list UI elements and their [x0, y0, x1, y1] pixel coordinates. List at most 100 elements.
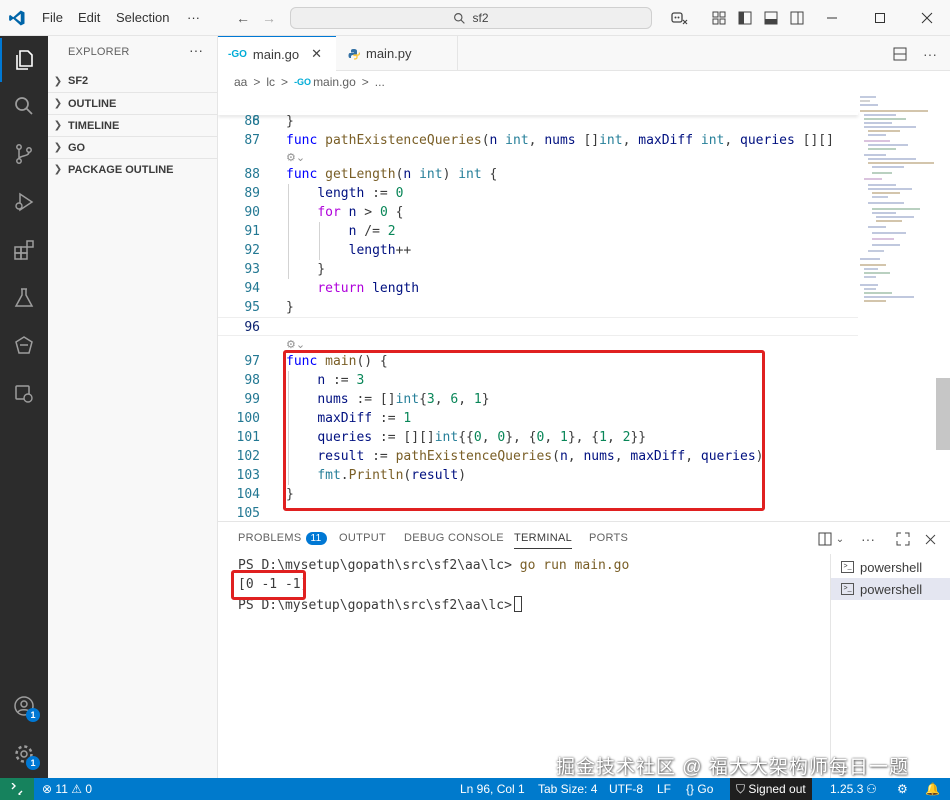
- eol[interactable]: LF: [657, 782, 671, 796]
- go-file-icon: -GO: [294, 77, 312, 87]
- remote-explorer-icon[interactable]: [0, 372, 48, 416]
- testing-icon[interactable]: [0, 276, 48, 320]
- back-arrow-icon[interactable]: ←: [233, 8, 253, 28]
- tab-main-py[interactable]: main.py: [338, 36, 458, 71]
- line-number: 90: [244, 205, 260, 220]
- section-label: PACKAGE OUTLINE: [68, 163, 174, 176]
- encoding[interactable]: UTF-8: [609, 782, 643, 796]
- toggle-sidebar-icon[interactable]: [735, 8, 755, 28]
- panel-more-button[interactable]: ···: [858, 529, 878, 549]
- sidebar-section-sf2[interactable]: ❯ SF2: [48, 70, 218, 92]
- section-label: TIMELINE: [68, 119, 120, 132]
- close-icon[interactable]: ✕: [311, 46, 322, 62]
- breadcrumb-item[interactable]: main.go: [313, 75, 356, 89]
- sidebar-section-go[interactable]: ❯ GO: [48, 136, 218, 158]
- run-debug-icon[interactable]: [0, 180, 48, 224]
- tab-main-go[interactable]: -GO main.go ✕: [218, 36, 336, 71]
- chevron-down-icon[interactable]: ⌄: [830, 529, 850, 549]
- account-status[interactable]: ⛉ Signed out: [730, 778, 812, 800]
- problems-status[interactable]: ⊗ 11 ⚠ 0: [42, 782, 92, 796]
- terminal-cursor: [513, 596, 522, 612]
- minimap[interactable]: [856, 93, 936, 313]
- tab-problems[interactable]: PROBLEMS 11: [238, 532, 327, 545]
- breadcrumb-separator: >: [281, 75, 289, 89]
- toggle-secondary-sidebar-icon[interactable]: [787, 8, 807, 28]
- line-number: 89: [244, 186, 260, 201]
- code-line-94: return length: [317, 281, 420, 296]
- line-number: 101: [236, 430, 260, 445]
- section-label: GO: [68, 141, 86, 154]
- tab-size[interactable]: Tab Size: 4: [538, 782, 597, 796]
- language-mode[interactable]: {} Go: [686, 782, 713, 796]
- sidebar-section-outline[interactable]: ❯ OUTLINE: [48, 92, 218, 114]
- watermark: 掘金技术社区 @ 福大大架构师每日一题: [556, 757, 909, 778]
- menu-edit[interactable]: Edit: [78, 10, 100, 25]
- notifications-bell-icon[interactable]: 🔔: [925, 782, 940, 796]
- forward-arrow-icon[interactable]: →: [259, 8, 279, 28]
- remote-indicator[interactable]: [0, 778, 34, 800]
- search-icon[interactable]: [0, 84, 48, 128]
- source-control-icon[interactable]: [0, 132, 48, 176]
- command-center-search[interactable]: sf2: [290, 7, 652, 29]
- line-number: 98: [244, 373, 260, 388]
- editor-more-button[interactable]: ···: [920, 44, 940, 64]
- copilot-icon[interactable]: [666, 8, 692, 28]
- line-number: 100: [236, 411, 260, 426]
- warning-icon: ⚠: [71, 782, 82, 796]
- braces-icon: {}: [686, 782, 695, 796]
- editor-scrollbar[interactable]: [936, 378, 950, 450]
- code-line-95: }: [286, 300, 294, 315]
- tab-output[interactable]: OUTPUT: [339, 532, 386, 544]
- close-window-icon[interactable]: [917, 8, 937, 28]
- close-panel-icon[interactable]: [920, 529, 940, 549]
- terminal-icon: >_: [841, 561, 854, 573]
- tab-label: main.go: [252, 46, 300, 62]
- split-editor-icon[interactable]: [890, 44, 910, 64]
- maximize-panel-icon[interactable]: [893, 529, 913, 549]
- tab-debug-console[interactable]: DEBUG CONSOLE: [404, 532, 504, 544]
- menu-file-label: File: [42, 10, 63, 25]
- customize-layout-icon[interactable]: [709, 8, 729, 28]
- copilot-status-icon[interactable]: ⚇: [866, 782, 877, 796]
- menu-more-button[interactable]: ···: [187, 10, 200, 25]
- indent-guide: [319, 222, 320, 260]
- toggle-panel-icon[interactable]: [761, 8, 781, 28]
- language-label: Go: [697, 782, 714, 796]
- sidebar-section-package-outline[interactable]: ❯ PACKAGE OUTLINE: [48, 158, 218, 180]
- indent-guide: [288, 184, 289, 279]
- tab-label: PROBLEMS: [238, 532, 302, 544]
- breadcrumb-item[interactable]: aa: [234, 75, 247, 89]
- maximize-icon[interactable]: [870, 8, 890, 28]
- sidebar-section-timeline[interactable]: ❯ TIMELINE: [48, 114, 218, 136]
- terminal-item-powershell[interactable]: >_ powershell: [831, 556, 950, 578]
- shield-icon: ⛉: [736, 782, 746, 796]
- code-line-91: n /= 2: [348, 224, 396, 239]
- sidebar-title: EXPLORER: [68, 46, 130, 58]
- chevron-right-icon: ❯: [53, 142, 63, 153]
- extensions-icon[interactable]: [0, 228, 48, 272]
- tab-ports[interactable]: PORTS: [589, 532, 628, 544]
- sticky-scroll-line[interactable]: 8 func pathExistenceQueries(n int, nums …: [218, 93, 858, 148]
- minimize-icon[interactable]: [822, 8, 842, 28]
- sidebar-more-button[interactable]: ···: [189, 42, 203, 58]
- settings-sync-icon[interactable]: ⚙: [897, 782, 908, 796]
- tab-label: main.py: [366, 46, 412, 61]
- account-badge: 1: [26, 708, 40, 722]
- go-icon[interactable]: [0, 324, 48, 368]
- account-icon[interactable]: 1: [0, 684, 48, 728]
- terminal-item-powershell[interactable]: >_ powershell: [831, 578, 950, 600]
- menu-file[interactable]: File: [42, 10, 63, 25]
- terminal-list: >_ powershell >_ powershell: [830, 554, 950, 779]
- line-number: 87: [244, 133, 260, 148]
- breadcrumb-item[interactable]: ...: [375, 75, 385, 89]
- menu-selection[interactable]: Selection: [116, 10, 169, 25]
- tab-terminal[interactable]: TERMINAL: [514, 532, 573, 549]
- highlight-box-main: [283, 350, 765, 511]
- line-number: 99: [244, 392, 260, 407]
- go-version[interactable]: 1.25.3: [830, 782, 863, 796]
- breadcrumb-item[interactable]: lc: [266, 75, 275, 89]
- explorer-icon[interactable]: [0, 38, 48, 82]
- cursor-position[interactable]: Ln 96, Col 1: [460, 782, 525, 796]
- settings-gear-icon[interactable]: 1: [0, 732, 48, 776]
- code-editor[interactable]: 8 func pathExistenceQueries(n int, nums …: [218, 93, 950, 521]
